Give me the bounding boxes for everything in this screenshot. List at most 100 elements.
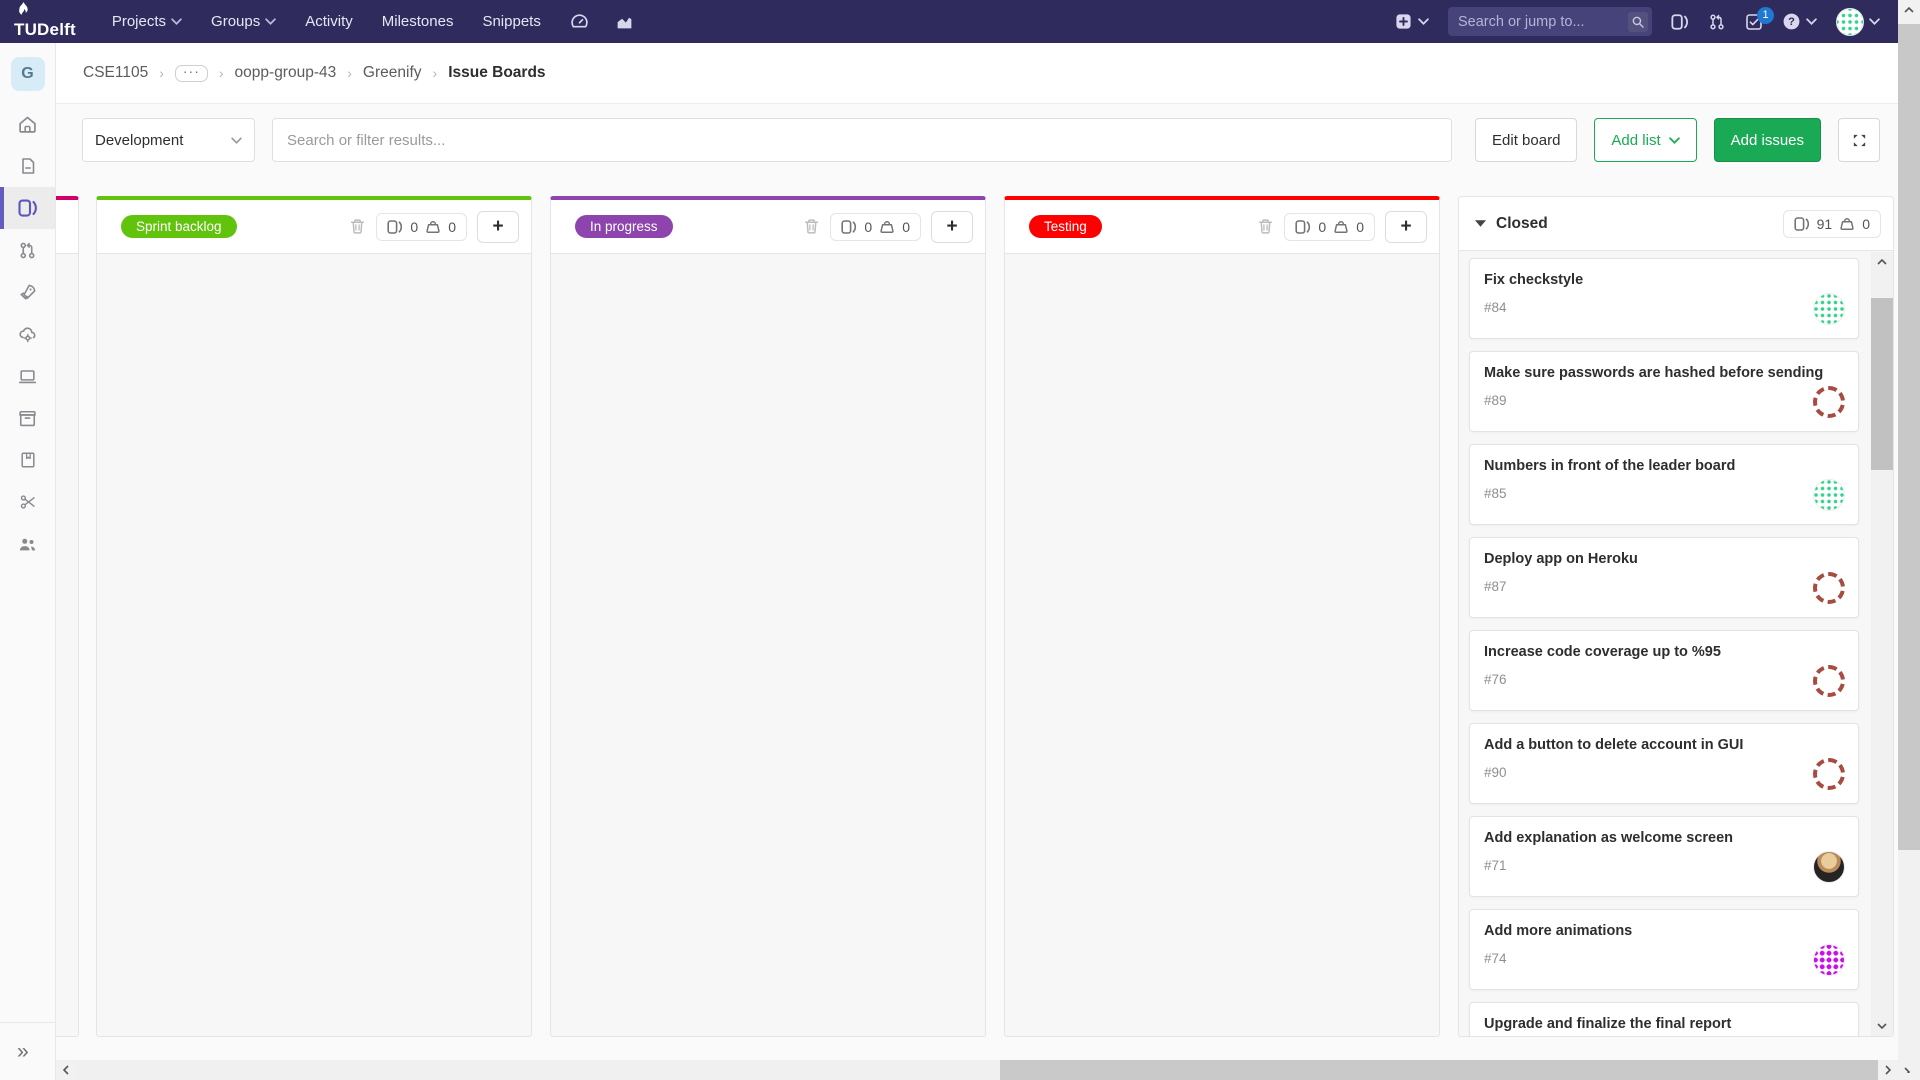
- assignee-avatar[interactable]: [1813, 293, 1845, 325]
- assignee-avatar[interactable]: [1813, 572, 1845, 604]
- scroll-up-arrow[interactable]: [1898, 0, 1920, 20]
- issues-nav-icon[interactable]: [1671, 13, 1689, 31]
- new-issue-in-list-button[interactable]: +: [477, 211, 519, 243]
- scrollbar-thumb[interactable]: [1000, 1060, 1878, 1080]
- sidebar-item-repository[interactable]: [0, 145, 55, 187]
- weight-icon: [1333, 219, 1349, 235]
- top-navbar: TUDelft Projects Groups Activity Milestones…: [0, 0, 1898, 43]
- nav-item-projects[interactable]: Projects: [112, 13, 182, 30]
- global-search-input[interactable]: Search or jump to...: [1448, 7, 1652, 36]
- scroll-down-arrow[interactable]: [1898, 1060, 1920, 1080]
- new-menu-button[interactable]: [1395, 13, 1429, 30]
- help-menu-button[interactable]: ?: [1782, 12, 1817, 31]
- merge-requests-nav-icon[interactable]: [1708, 13, 1726, 31]
- user-menu-button[interactable]: [1836, 8, 1880, 36]
- new-issue-in-list-button[interactable]: +: [931, 211, 973, 243]
- vertical-scrollbar[interactable]: [1898, 0, 1920, 1080]
- add-list-button[interactable]: Add list: [1594, 118, 1696, 162]
- delete-list-button[interactable]: [1257, 218, 1274, 235]
- issues-count-icon: [387, 219, 403, 235]
- issue-card[interactable]: Increase code coverage up to %95 #76: [1469, 630, 1859, 711]
- sidebar-collapse-toggle[interactable]: »: [0, 1022, 55, 1080]
- assignee-avatar[interactable]: [1813, 479, 1845, 511]
- issue-count: 0: [864, 219, 872, 235]
- new-issue-in-list-button[interactable]: +: [1385, 211, 1427, 243]
- column-testing: Testing 0 0 +: [1004, 196, 1440, 1037]
- list-counts: 0 0: [830, 213, 921, 241]
- issue-card[interactable]: Fix checkstyle #84: [1469, 258, 1859, 339]
- assignee-avatar[interactable]: [1813, 944, 1845, 976]
- assignee-avatar[interactable]: [1813, 386, 1845, 418]
- issue-id: #85: [1484, 486, 1844, 501]
- assignee-avatar[interactable]: [1813, 851, 1845, 883]
- analytics-chart-icon[interactable]: [615, 12, 634, 31]
- fullscreen-button[interactable]: [1838, 118, 1880, 162]
- closed-column-title: Closed: [1496, 215, 1548, 233]
- chevron-down-icon: [171, 18, 182, 25]
- issue-id: #71: [1484, 858, 1844, 873]
- dashboard-gauge-icon[interactable]: [570, 12, 589, 31]
- assignee-avatar[interactable]: [1813, 758, 1845, 790]
- issue-card[interactable]: Add more animations #74: [1469, 909, 1859, 990]
- weight-icon: [879, 219, 895, 235]
- sidebar-item-home[interactable]: [0, 103, 55, 145]
- edit-board-button[interactable]: Edit board: [1475, 118, 1577, 162]
- tudelft-flame-icon: [16, 2, 31, 20]
- todos-button[interactable]: 1: [1745, 13, 1763, 31]
- wiki-icon: [19, 451, 37, 469]
- sidebar-item-merge-requests[interactable]: [0, 229, 55, 271]
- todo-count-badge: 1: [1757, 7, 1774, 24]
- breadcrumb-link-oopp-group-43[interactable]: oopp-group-43: [235, 64, 337, 82]
- column-header: Testing 0 0 +: [1005, 200, 1439, 254]
- breadcrumb-separator: ›: [347, 65, 352, 81]
- nav-item-snippets[interactable]: Snippets: [482, 13, 540, 30]
- horizontal-scrollbar[interactable]: [56, 1060, 1898, 1080]
- sidebar-item-wiki[interactable]: [0, 439, 55, 481]
- sidebar-item-operations[interactable]: [0, 313, 55, 355]
- repository-icon: [19, 157, 37, 175]
- tudelft-logo[interactable]: TUDelft: [14, 4, 76, 40]
- sidebar-item-packages[interactable]: [0, 397, 55, 439]
- nav-item-activity[interactable]: Activity: [305, 13, 353, 30]
- breadcrumb-link-greenify[interactable]: Greenify: [363, 64, 422, 82]
- scroll-left-arrow[interactable]: [56, 1060, 76, 1080]
- issue-card[interactable]: Numbers in front of the leader board #85: [1469, 444, 1859, 525]
- sidebar-item-issue-boards[interactable]: [0, 187, 55, 229]
- add-issues-button[interactable]: Add issues: [1714, 118, 1821, 162]
- members-icon: [18, 535, 37, 554]
- nav-item-milestones[interactable]: Milestones: [382, 13, 454, 30]
- issue-card[interactable]: Upgrade and finalize the final report: [1469, 1002, 1859, 1036]
- scroll-right-arrow[interactable]: [1878, 1060, 1898, 1080]
- scrollbar-thumb[interactable]: [1871, 298, 1893, 470]
- scroll-down-arrow[interactable]: [1871, 1016, 1893, 1036]
- sidebar-item-environments[interactable]: [0, 355, 55, 397]
- chevron-down-icon: [1806, 18, 1817, 25]
- issue-card[interactable]: Deploy app on Heroku #87: [1469, 537, 1859, 618]
- issue-card[interactable]: Add explanation as welcome screen #71: [1469, 816, 1859, 897]
- sidebar-item-ci-cd[interactable]: [0, 271, 55, 313]
- weight-icon: [1839, 216, 1855, 232]
- svg-text:?: ?: [1788, 16, 1795, 28]
- breadcrumb-ellipsis-button[interactable]: ···: [175, 65, 208, 82]
- scroll-up-arrow[interactable]: [1871, 252, 1893, 272]
- board-filter-input[interactable]: Search or filter results...: [272, 118, 1452, 162]
- sidebar-item-snippets[interactable]: [0, 481, 55, 523]
- global-search-placeholder: Search or jump to...: [1458, 14, 1628, 30]
- assignee-avatar[interactable]: [1813, 665, 1845, 697]
- brand-name: TUDelft: [14, 20, 76, 40]
- issue-card[interactable]: Add a button to delete account in GUI #9…: [1469, 723, 1859, 804]
- issue-boards-icon: [18, 198, 38, 218]
- project-avatar[interactable]: G: [11, 57, 45, 91]
- list-counts: 0 0: [1284, 213, 1375, 241]
- sidebar-item-members[interactable]: [0, 523, 55, 565]
- nav-item-groups[interactable]: Groups: [211, 13, 276, 30]
- closed-list-scrollbar[interactable]: [1871, 252, 1893, 1036]
- scrollbar-thumb[interactable]: [1898, 24, 1920, 850]
- board-select[interactable]: Development: [82, 118, 255, 162]
- delete-list-button[interactable]: [349, 218, 366, 235]
- issue-card[interactable]: Make sure passwords are hashed before se…: [1469, 351, 1859, 432]
- issue-title: Deploy app on Heroku: [1484, 551, 1844, 567]
- collapse-caret-icon[interactable]: [1475, 220, 1486, 227]
- delete-list-button[interactable]: [803, 218, 820, 235]
- breadcrumb-link-cse1105[interactable]: CSE1105: [83, 64, 148, 82]
